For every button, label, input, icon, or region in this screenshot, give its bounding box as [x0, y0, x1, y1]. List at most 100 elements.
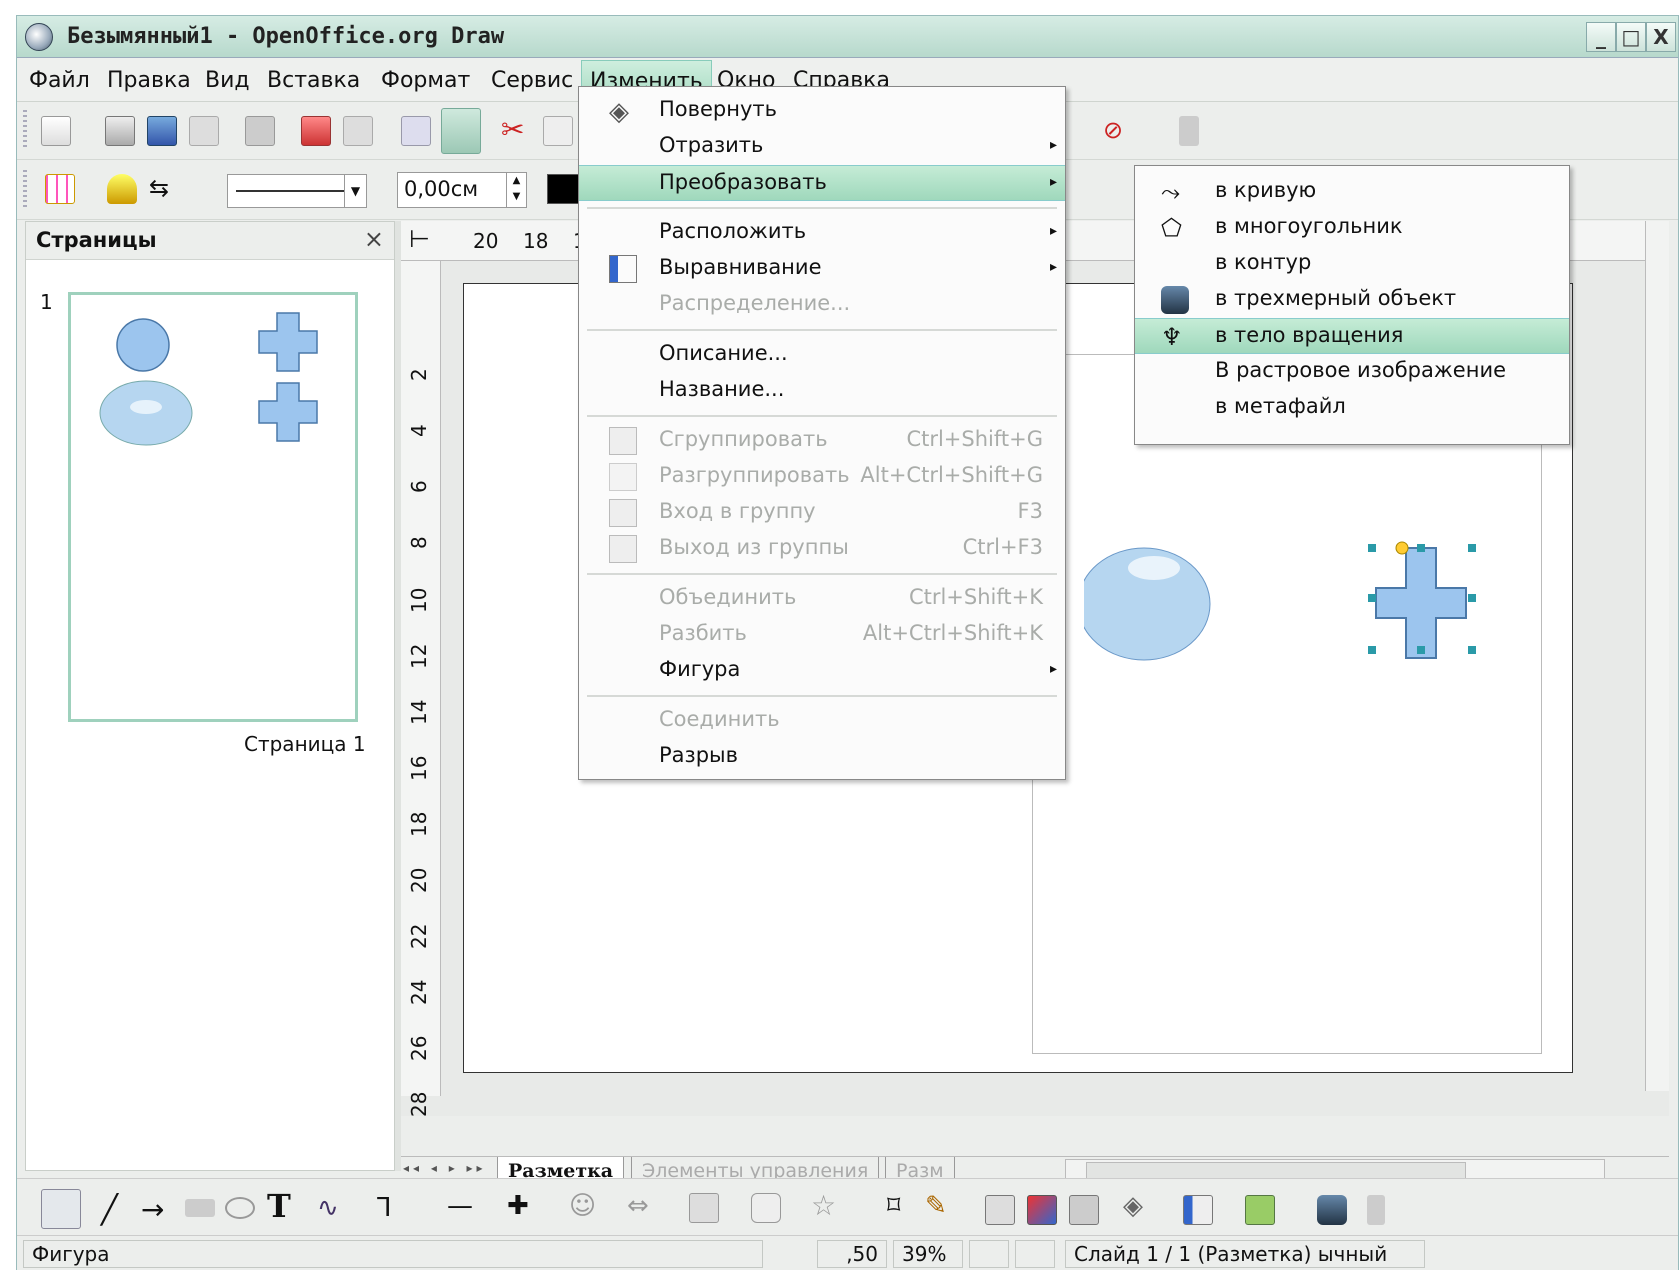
- flowchart-icon[interactable]: [689, 1193, 719, 1223]
- open-icon[interactable]: [105, 116, 135, 146]
- arrow-line-icon[interactable]: →: [141, 1193, 171, 1226]
- submenu-item-to-polygon[interactable]: ⬠ в многоугольник: [1135, 210, 1569, 246]
- menu-separator: [587, 415, 1057, 417]
- text-icon[interactable]: T: [267, 1187, 297, 1225]
- glue-point[interactable]: [1395, 541, 1409, 555]
- cut-icon[interactable]: ✂: [501, 116, 531, 146]
- menu-item-combine[interactable]: Объединить Ctrl+Shift+K: [579, 581, 1065, 617]
- submenu-item-to-metafile[interactable]: в метафайл: [1135, 390, 1569, 426]
- menu-item-split[interactable]: Разбить Alt+Ctrl+Shift+K: [579, 617, 1065, 653]
- menu-file[interactable]: Файл: [29, 68, 90, 93]
- selection-handle[interactable]: [1368, 646, 1376, 654]
- from-file-icon[interactable]: [985, 1195, 1015, 1225]
- tab-nav-buttons[interactable]: ◂◂ ◂ ▸ ▸▸: [403, 1161, 487, 1175]
- submenu-item-to-curve[interactable]: ⤳ в кривую: [1135, 174, 1569, 210]
- align-toolbar-icon[interactable]: [1183, 1195, 1213, 1225]
- menu-item-connect[interactable]: Соединить: [579, 703, 1065, 739]
- selection-handle[interactable]: [1468, 594, 1476, 602]
- arrange-icon[interactable]: [1245, 1195, 1275, 1225]
- menu-item-rotate[interactable]: ◈ Повернуть: [579, 93, 1065, 129]
- submenu-arrow-icon: ▸: [1049, 137, 1057, 153]
- connector-icon[interactable]: ⅂: [377, 1193, 407, 1223]
- maximize-button[interactable]: □: [1616, 22, 1646, 52]
- rectangle-icon[interactable]: [185, 1199, 215, 1217]
- basic-shapes-icon[interactable]: ✚: [507, 1191, 537, 1221]
- menu-item-shapes[interactable]: Фигура ▸: [579, 653, 1065, 689]
- export-pdf-icon[interactable]: [301, 116, 331, 146]
- symbol-shapes-icon[interactable]: ☺: [569, 1191, 599, 1221]
- submenu-arrow-icon: ▸: [1049, 174, 1057, 190]
- toolbar-grip[interactable]: [23, 110, 27, 150]
- selection-handle[interactable]: [1417, 544, 1425, 552]
- new-icon[interactable]: [41, 116, 71, 146]
- rotate-toolbar-icon[interactable]: ◈: [1123, 1191, 1153, 1221]
- toolbar-grip-2[interactable]: [23, 170, 27, 210]
- menu-item-alignment[interactable]: Выравнивание ▸: [579, 251, 1065, 287]
- menu-format[interactable]: Формат: [381, 68, 470, 93]
- menu-item-name[interactable]: Название...: [579, 373, 1065, 409]
- v-tick: 10: [407, 587, 431, 613]
- line-icon[interactable]: [107, 174, 137, 204]
- menu-item-enter-group[interactable]: Вход в группу F3: [579, 495, 1065, 531]
- print-icon[interactable]: [343, 116, 373, 146]
- submenu-item-to-contour[interactable]: в контур: [1135, 246, 1569, 282]
- menu-item-group[interactable]: Сгруппировать Ctrl+Shift+G: [579, 423, 1065, 459]
- menu-item-ungroup[interactable]: Разгруппировать Alt+Ctrl+Shift+G: [579, 459, 1065, 495]
- menu-item-convert[interactable]: Преобразовать ▸: [579, 165, 1065, 201]
- autospellcheck-icon[interactable]: [441, 108, 481, 154]
- email-icon[interactable]: [189, 116, 219, 146]
- vertical-scrollbar[interactable]: [1645, 221, 1669, 1091]
- polygon-icon: ⬠: [1161, 214, 1182, 242]
- page-thumbnail[interactable]: [68, 292, 358, 722]
- menu-tools[interactable]: Сервис: [491, 68, 573, 93]
- line-tool-icon[interactable]: ╱: [101, 1193, 131, 1226]
- minimize-button[interactable]: _: [1586, 22, 1616, 52]
- menu-item-flip[interactable]: Отразить ▸: [579, 129, 1065, 165]
- line-width-input[interactable]: 0,00см ▲ ▼: [397, 172, 527, 208]
- selected-cross-shape[interactable]: [1375, 547, 1467, 659]
- selection-handle[interactable]: [1468, 646, 1476, 654]
- ellipse-icon[interactable]: [225, 1197, 255, 1219]
- select-icon[interactable]: [41, 1189, 81, 1229]
- line-style-select[interactable]: ▼: [227, 174, 367, 208]
- submenu-item-to-bitmap[interactable]: В растровое изображение: [1135, 354, 1569, 390]
- no-entry-icon[interactable]: ⊘: [1103, 116, 1133, 146]
- lines-arrows-icon[interactable]: —: [447, 1191, 477, 1221]
- menu-item-exit-group[interactable]: Выход из группы Ctrl+F3: [579, 531, 1065, 567]
- group-icon: [609, 427, 637, 455]
- stars-icon[interactable]: ☆: [811, 1189, 841, 1222]
- menu-item-description[interactable]: Описание...: [579, 337, 1065, 373]
- menu-insert[interactable]: Вставка: [267, 68, 360, 93]
- menu-item-arrange[interactable]: Расположить ▸: [579, 215, 1065, 251]
- menu-view[interactable]: Вид: [205, 68, 250, 93]
- menu-item-break[interactable]: Разрыв: [579, 739, 1065, 775]
- gallery-icon[interactable]: [1027, 1195, 1057, 1225]
- block-arrows-icon[interactable]: ⇔: [627, 1191, 657, 1221]
- glue-points-icon[interactable]: ✎: [925, 1191, 955, 1221]
- callouts-icon[interactable]: [751, 1193, 781, 1223]
- menu-edit[interactable]: Правка: [107, 68, 191, 93]
- submenu-item-to-3d[interactable]: в трехмерный объект: [1135, 282, 1569, 318]
- close-icon[interactable]: ×: [364, 225, 384, 253]
- selection-handle[interactable]: [1417, 646, 1425, 654]
- save-icon[interactable]: [147, 116, 177, 146]
- close-window-button[interactable]: X: [1646, 22, 1676, 52]
- submenu-item-to-rotation-body[interactable]: ♆ в тело вращения: [1135, 318, 1569, 354]
- extrusion-icon[interactable]: [1069, 1195, 1099, 1225]
- status-zoom[interactable]: 39%: [893, 1240, 963, 1268]
- spellcheck-icon[interactable]: [401, 116, 431, 146]
- curve-tool-icon[interactable]: ∿: [317, 1193, 347, 1223]
- 3d-toggle-icon[interactable]: [1317, 1195, 1347, 1225]
- edit-file-icon[interactable]: [245, 116, 275, 146]
- points-icon[interactable]: ⌑: [887, 1191, 917, 1221]
- selection-handle[interactable]: [1468, 544, 1476, 552]
- copy-icon[interactable]: [543, 116, 573, 146]
- menu-item-distribution[interactable]: Распределение...: [579, 287, 1065, 323]
- selection-handle[interactable]: [1368, 544, 1376, 552]
- styles-icon[interactable]: [45, 174, 75, 204]
- line-color-swatch[interactable]: [547, 174, 581, 204]
- drawing-toolbar-more-icon[interactable]: [1367, 1195, 1385, 1225]
- toolbar-more-icon[interactable]: [1179, 116, 1199, 146]
- arrow-style-icon[interactable]: ⇆: [149, 174, 179, 204]
- selection-handle[interactable]: [1368, 594, 1376, 602]
